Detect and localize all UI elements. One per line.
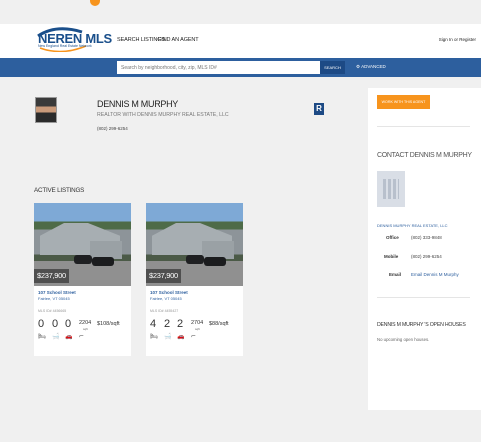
office-phone: (802) 333-9848 [411,235,442,240]
listing-city[interactable]: Fairlee, VT 05045 [150,296,182,301]
bath-icon: 🛁 [164,333,172,340]
open-houses-title: DENNIS M MURPHY 'S OPEN HOUSES [377,322,466,328]
search-bar: SEARCH ⚙ ADVANCED [0,58,481,77]
advanced-search-link[interactable]: ⚙ ADVANCED [356,64,386,70]
price-per-sqft: $88/sqft [209,321,229,327]
nav-find-agent[interactable]: FIND AN AGENT [158,37,199,43]
top-accent [90,0,100,6]
car-shape [74,255,92,264]
listing-photo[interactable]: $237,900 [146,203,243,286]
work-with-agent-button[interactable]: WORK WITH THIS AGENT [377,95,430,109]
agent-title: REALTOR WITH DENNIS MURPHY REAL ESTATE, … [97,112,229,118]
sqft-icon: ⌐ [191,333,197,340]
garage-count: 0 [65,318,72,330]
listing-card[interactable]: $237,900 107 School Street Fairlee, VT 0… [146,203,243,356]
header: NEREN MLS New England Real Estate Networ… [0,24,481,58]
bed-icon: 🛏 [38,333,46,340]
gear-icon: ⚙ [356,64,361,69]
logo-subtitle: New England Real Estate Network [38,44,92,48]
listing-address[interactable]: 107 School Street [38,290,76,295]
bed-icon: 🛏 [150,333,158,340]
sidebar [368,88,481,410]
signin-link[interactable]: Sign In or Register [439,37,476,42]
sqft-value: 2204 [79,320,92,326]
listing-mls-id: MLS ID# 4455427 [150,309,179,313]
listing-card[interactable]: $237,900 107 School Street Fairlee, VT 0… [34,203,131,356]
sqft-unit: sqft [83,327,88,331]
sidebar-divider [377,126,470,127]
car-shape [186,255,204,264]
sqft-value: 2704 [191,320,204,326]
car-shape [204,257,226,266]
active-listings-title: ACTIVE LISTINGS [34,187,85,194]
baths-count: 2 [164,318,171,330]
realtor-badge-icon: R [314,103,324,115]
agent-phone: (802) 299-6254 [97,126,128,131]
office-name-link[interactable]: DENNIS MURPHY REAL ESTATE, LLC [377,223,448,228]
car-icon: 🚗 [177,333,185,340]
listing-photo[interactable]: $237,900 [34,203,131,286]
garage-count: 2 [177,318,184,330]
sqft-icon: ⌐ [79,333,85,340]
mobile-label: Mobile [384,254,399,259]
beds-count: 4 [150,318,157,330]
agent-photo [35,97,57,123]
sqft-unit: sqft [195,327,200,331]
sidebar-divider [377,297,470,298]
car-shape [92,257,114,266]
beds-count: 0 [38,318,45,330]
office-label: Office [386,235,399,240]
search-button[interactable]: SEARCH [320,61,345,74]
baths-count: 0 [52,318,59,330]
listing-address[interactable]: 107 School Street [150,290,188,295]
listing-mls-id: MLS ID# 4456665 [38,309,67,313]
car-icon: 🚗 [65,333,73,340]
agent-name: DENNIS M MURPHY [97,99,179,109]
listing-price: $237,900 [34,269,69,283]
email-label: Email [389,272,402,277]
listing-city[interactable]: Fairlee, VT 05045 [38,296,70,301]
building-icon [383,179,399,199]
advanced-label: ADVANCED [361,64,386,69]
email-link[interactable]: Email Dennis M Murphy [411,272,459,277]
price-per-sqft: $108/sqft [97,321,120,327]
contact-title: CONTACT DENNIS M MURPHY [377,152,472,159]
listing-price: $237,900 [146,269,181,283]
mobile-phone: (802) 299-6254 [411,254,442,259]
open-houses-text: No upcoming open houses. [377,337,430,342]
bath-icon: 🛁 [52,333,60,340]
search-input[interactable] [117,61,320,74]
